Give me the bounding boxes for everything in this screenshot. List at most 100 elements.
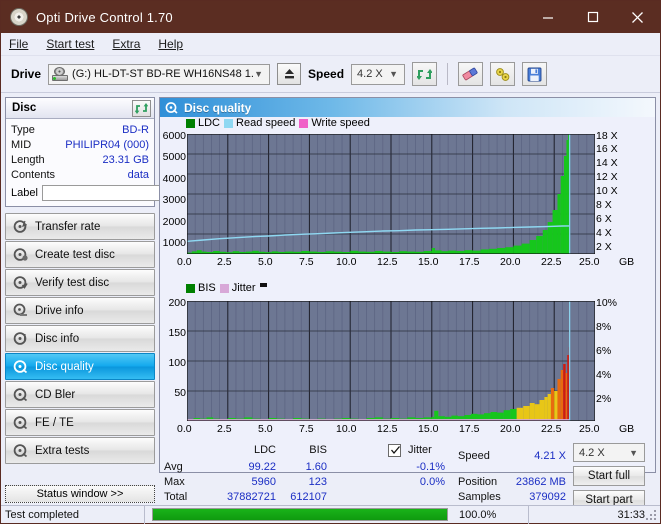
sidebar-item-label: FE / TE [35,416,74,429]
close-icon[interactable] [615,1,660,33]
bottom-xtick: 10.0 [336,423,357,435]
speed-label: Speed [308,67,345,81]
status-window-button[interactable]: Status window >> [5,485,155,503]
sidebar-item-create-test-disc[interactable]: Create test disc [5,241,155,268]
drive-select[interactable]: (G:) HL-DT-ST BD-RE WH16NS48 1.D3 ▼ [48,63,271,85]
legend-swatch [186,283,195,293]
toolbar-divider [447,63,449,85]
bottom-y2tick: 6% [596,345,612,357]
top-xtick: 7.5 [299,256,314,268]
top-y2tick: 10 X [596,185,618,197]
disc-row-key: Length [11,153,45,166]
legend-swatch [224,118,234,128]
legend-swatch [186,118,195,128]
start-full-button[interactable]: Start full [573,466,645,486]
bis-chart: BIS Jitter 200 150 100 50 10% 8% 6% 4% 2… [160,282,654,442]
bottom-xtick: 5.0 [258,423,273,435]
sidebar-item-label: CD Bler [35,388,76,401]
bottom-xtick: 20.0 [500,423,521,435]
disc-label-key: Label [11,187,38,199]
sidebar-item-cd-bler[interactable]: CD Bler [5,381,155,408]
disc-row-mid: MID PHILIPR04 (000) [11,137,149,152]
sidebar-item-fe-te[interactable]: FE / TE [5,409,155,436]
stats-row-label-max: Max [164,476,185,488]
top-y2tick: 14 X [596,157,618,169]
stats-header-ldc: LDC [253,444,276,456]
maximize-icon[interactable] [570,1,615,33]
legend-label: LDC [198,117,221,129]
test-speed-select[interactable]: 4.2 X ▼ [573,443,645,462]
bottom-xtick: 17.5 [459,423,480,435]
sidebar-item-drive-info[interactable]: Drive info [5,297,155,324]
disc-refresh-button[interactable] [132,99,151,117]
legend-item-ldc: LDC [186,117,220,129]
stats-bis-max: 123 [308,476,327,488]
stats-header-bis: BIS [309,444,327,456]
disc-row-type: Type BD-R [11,122,149,137]
refresh-icon [417,68,433,80]
chevron-down-icon: ▼ [254,69,264,79]
minimize-icon[interactable] [525,1,570,33]
stats-row-label-total: Total [164,491,188,503]
legend-item-read-speed: Read speed [224,117,295,129]
bottom-xtick: 15.0 [418,423,439,435]
stats-ldc-avg: 99.22 [248,461,276,473]
speed-select[interactable]: 4.2 X ▼ [351,63,406,85]
sidebar-item-disc-info[interactable]: Disc info [5,325,155,352]
refresh-button[interactable] [412,62,438,86]
speed-select-value: 4.2 X [357,68,383,80]
top-xtick: 20.0 [500,256,521,268]
sidebar-item-extra-tests[interactable]: Extra tests [5,437,155,464]
extra-tests-icon [13,444,28,458]
eject-button[interactable] [277,63,302,85]
speed-stat-label: Speed [458,450,490,462]
disc-quality-icon [13,360,28,374]
sidebar-nav: Transfer rate Create test disc Verify te… [5,213,155,464]
legend-label: Read speed [236,117,296,129]
bottom-ytick: 150 [168,327,186,339]
top-ytick: 4000 [162,173,186,185]
disc-icon [10,8,28,26]
application-window: Opti Drive Control 1.70 File Start test … [0,0,661,524]
top-y2tick: 2 X [596,241,612,253]
disc-row-key: Type [11,123,35,136]
fe-te-icon [13,416,28,430]
progress-cell [145,506,455,524]
save-button[interactable] [522,62,548,86]
stats-row-label-avg: Avg [164,461,183,473]
jitter-checkbox[interactable] [388,444,401,457]
menu-file[interactable]: File [9,37,28,51]
top-y2tick: 6 X [596,213,612,225]
transfer-rate-icon [13,220,28,233]
erase-icon [462,67,478,80]
sidebar-item-transfer-rate[interactable]: Transfer rate [5,213,155,240]
elapsed-time: 31:33 [617,508,645,521]
bottom-xaxis-label: GB [619,423,635,435]
menu-extra[interactable]: Extra [112,37,140,51]
cd-bler-icon [13,388,28,402]
progress-bar [152,508,448,521]
menu-start-test[interactable]: Start test [46,37,94,51]
top-chart-legend: LDC Read speed Write speed [186,117,370,129]
create-test-disc-icon [13,248,28,261]
sidebar-item-disc-quality[interactable]: Disc quality [5,353,155,380]
top-xtick: 0.0 [177,256,192,268]
disc-label-row: Label [11,184,244,202]
erase-button[interactable] [458,62,484,86]
progress-percent: 100.0% [455,505,529,524]
status-window-label: Status window >> [36,488,124,500]
top-xaxis-label: GB [619,256,635,268]
refresh-icon [135,102,148,114]
title-bar: Opti Drive Control 1.70 [1,1,660,33]
disc-row-contents: Contents data [11,167,149,182]
bottom-xtick: 2.5 [217,423,232,435]
tools-button[interactable] [490,62,516,86]
menu-help[interactable]: Help [158,37,183,51]
legend-item-jitter: Jitter [219,282,256,294]
drive-select-value: (G:) HL-DT-ST BD-RE WH16NS48 1.D3 [72,68,255,80]
top-y2tick: 12 X [596,171,618,183]
resize-grip-icon[interactable] [646,510,658,522]
sidebar-item-verify-test-disc[interactable]: Verify test disc [5,269,155,296]
chevron-down-icon: ▼ [629,447,638,458]
window-controls [525,1,660,33]
